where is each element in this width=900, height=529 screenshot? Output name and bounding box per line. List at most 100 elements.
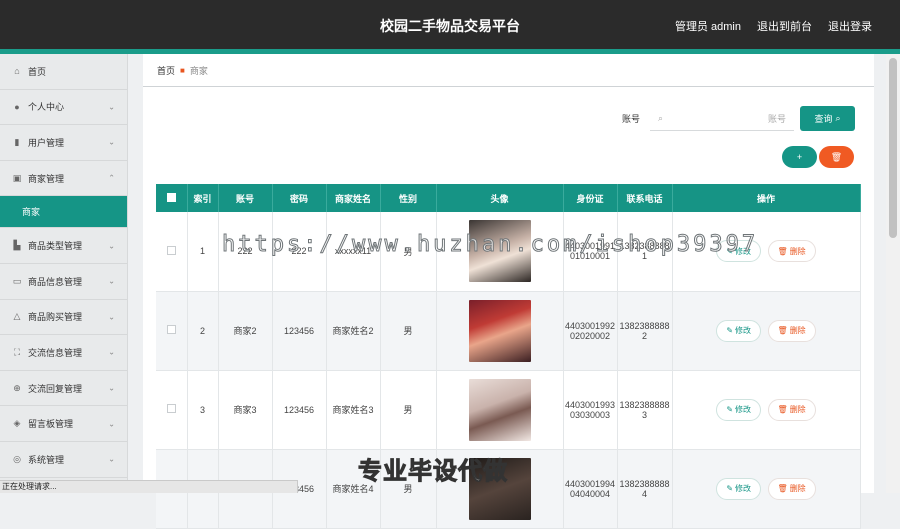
bell-icon: △ [12,312,22,322]
target-icon: ⊕ [12,383,22,393]
row-checkbox[interactable] [167,325,176,334]
select-all-checkbox[interactable] [167,193,176,202]
edit-icon: ✎ [726,326,733,335]
building-icon: ▙ [12,241,22,251]
cell-gender: 男 [380,291,436,370]
sidebar-item-messageboard[interactable]: ◈ 留言板管理 ⌄ [0,406,127,442]
sidebar-item-product-types[interactable]: ▙ 商品类型管理 ⌄ [0,228,127,264]
cell-password: 123456 [272,370,326,449]
search-icon: ⌕ [835,113,840,124]
topbar: 校园二手物品交易平台 管理员 admin 退出到前台 退出登录 [0,0,900,49]
sidebar-item-system[interactable]: ◎ 系统管理 ⌄ [0,442,127,478]
cell-phone: 13823888882 [617,291,672,370]
edit-icon: ✎ [726,405,733,414]
sidebar-item-label: 用户管理 [28,136,64,149]
sidebar: ⌂ 首页 ● 个人中心 ⌄ ▮ 用户管理 ⌄ ▣ 商家管理 ⌃ 商家 ▙ 商品类… [0,54,128,493]
add-button[interactable]: + [782,146,817,168]
breadcrumb: 首页 ■ 商家 [143,54,874,87]
action-buttons: + 🗑 [782,146,854,168]
search-icon: ⌕ [658,113,663,124]
sidebar-item-home[interactable]: ⌂ 首页 [0,54,127,90]
chevron-down-icon: ⌄ [108,455,115,464]
header-actions: 操作 [672,184,860,212]
batch-delete-button[interactable]: 🗑 [819,146,854,168]
header-account: 账号 [218,184,272,212]
chevron-down-icon: ⌄ [108,138,115,147]
cell-name: 商家姓名3 [326,370,380,449]
chevron-up-icon: ⌃ [108,174,115,183]
sidebar-item-label: 系统管理 [28,453,64,466]
cell-password: 123456 [272,291,326,370]
edit-button[interactable]: ✎修改 [716,399,761,421]
sidebar-item-label: 商家管理 [28,172,64,185]
header-index: 索引 [187,184,218,212]
sidebar-item-label: 交流回复管理 [28,382,82,395]
header-avatar: 头像 [436,184,563,212]
compass-icon: ◎ [12,454,22,464]
sidebar-subitem-merchant[interactable]: 商家 [0,196,127,228]
chevron-down-icon: ⌄ [108,277,115,286]
chevron-down-icon: ⌄ [108,419,115,428]
sidebar-item-purchases[interactable]: △ 商品购买管理 ⌄ [0,300,127,336]
delete-label: 删除 [790,483,806,494]
user-icon: ● [12,102,22,112]
delete-label: 删除 [790,404,806,415]
cell-index: 2 [187,291,218,370]
sidebar-item-users[interactable]: ▮ 用户管理 ⌄ [0,125,127,161]
row-checkbox[interactable] [167,246,176,255]
sidebar-item-profile[interactable]: ● 个人中心 ⌄ [0,90,127,126]
cell-account: 商家2 [218,291,272,370]
edit-button[interactable]: ✎修改 [716,320,761,342]
header-phone: 联系电话 [617,184,672,212]
admin-label: 管理员 admin [675,18,741,34]
page-scrollbar[interactable] [886,54,900,493]
search-label: 账号 [622,112,640,125]
trash-icon: 🗑 [778,484,788,493]
trash-icon: 🗑 [778,405,788,414]
delete-button[interactable]: 🗑删除 [768,478,816,500]
delete-button[interactable]: 🗑删除 [768,240,816,262]
chevron-down-icon: ⌄ [108,241,115,250]
browser-status-bar: 正在处理请求... [0,480,298,493]
sidebar-item-exchange-replies[interactable]: ⊕ 交流回复管理 ⌄ [0,371,127,407]
cell-gender: 男 [380,370,436,449]
logout-link[interactable]: 退出登录 [828,18,872,34]
query-button-label: 查询 [814,112,832,125]
exit-to-frontend-link[interactable]: 退出到前台 [757,18,812,34]
sidebar-item-label: 首页 [28,65,46,78]
delete-button[interactable]: 🗑删除 [768,320,816,342]
select-all-cell[interactable] [156,184,187,212]
edit-label: 修改 [735,483,751,494]
cell-idcard: 440300199303030003 [563,370,617,449]
edit-icon: ✎ [726,484,733,493]
scrollbar-thumb[interactable] [889,58,897,238]
account-search-input[interactable]: ⌕ 账号 [650,107,794,131]
cell-name: 商家姓名2 [326,291,380,370]
sidebar-item-merchants[interactable]: ▣ 商家管理 ⌃ [0,161,127,197]
sidebar-item-product-info[interactable]: ▭ 商品信息管理 ⌄ [0,264,127,300]
header-password: 密码 [272,184,326,212]
shield-icon: ◈ [12,419,22,429]
sidebar-item-exchange-info[interactable]: ⛶ 交流信息管理 ⌄ [0,335,127,371]
sidebar-item-label: 商品类型管理 [28,239,82,252]
delete-button[interactable]: 🗑删除 [768,399,816,421]
delete-label: 删除 [790,246,806,257]
edit-label: 修改 [735,325,751,336]
header-gender: 性别 [380,184,436,212]
watermark-text: https://www.huzhan.com/ishop39397 [222,232,758,257]
header-idcard: 身份证 [563,184,617,212]
edit-button[interactable]: ✎修改 [716,478,761,500]
row-checkbox[interactable] [167,404,176,413]
trash-icon: 🗑 [778,326,788,335]
table-row: 2 商家2 123456 商家姓名2 男 440300199202020002 … [156,291,860,370]
table-row: 3 商家3 123456 商家姓名3 男 440300199303030003 … [156,370,860,449]
home-icon: ■ [180,66,185,75]
header-name: 商家姓名 [326,184,380,212]
cell-account: 商家3 [218,370,272,449]
monitor-icon: ▭ [12,276,22,286]
sidebar-item-label: 商家 [22,205,40,218]
topbar-links: 管理员 admin 退出到前台 退出登录 [675,18,872,34]
query-button[interactable]: 查询 ⌕ [800,106,855,131]
sidebar-item-label: 商品购买管理 [28,310,82,323]
breadcrumb-home[interactable]: 首页 [157,64,175,77]
